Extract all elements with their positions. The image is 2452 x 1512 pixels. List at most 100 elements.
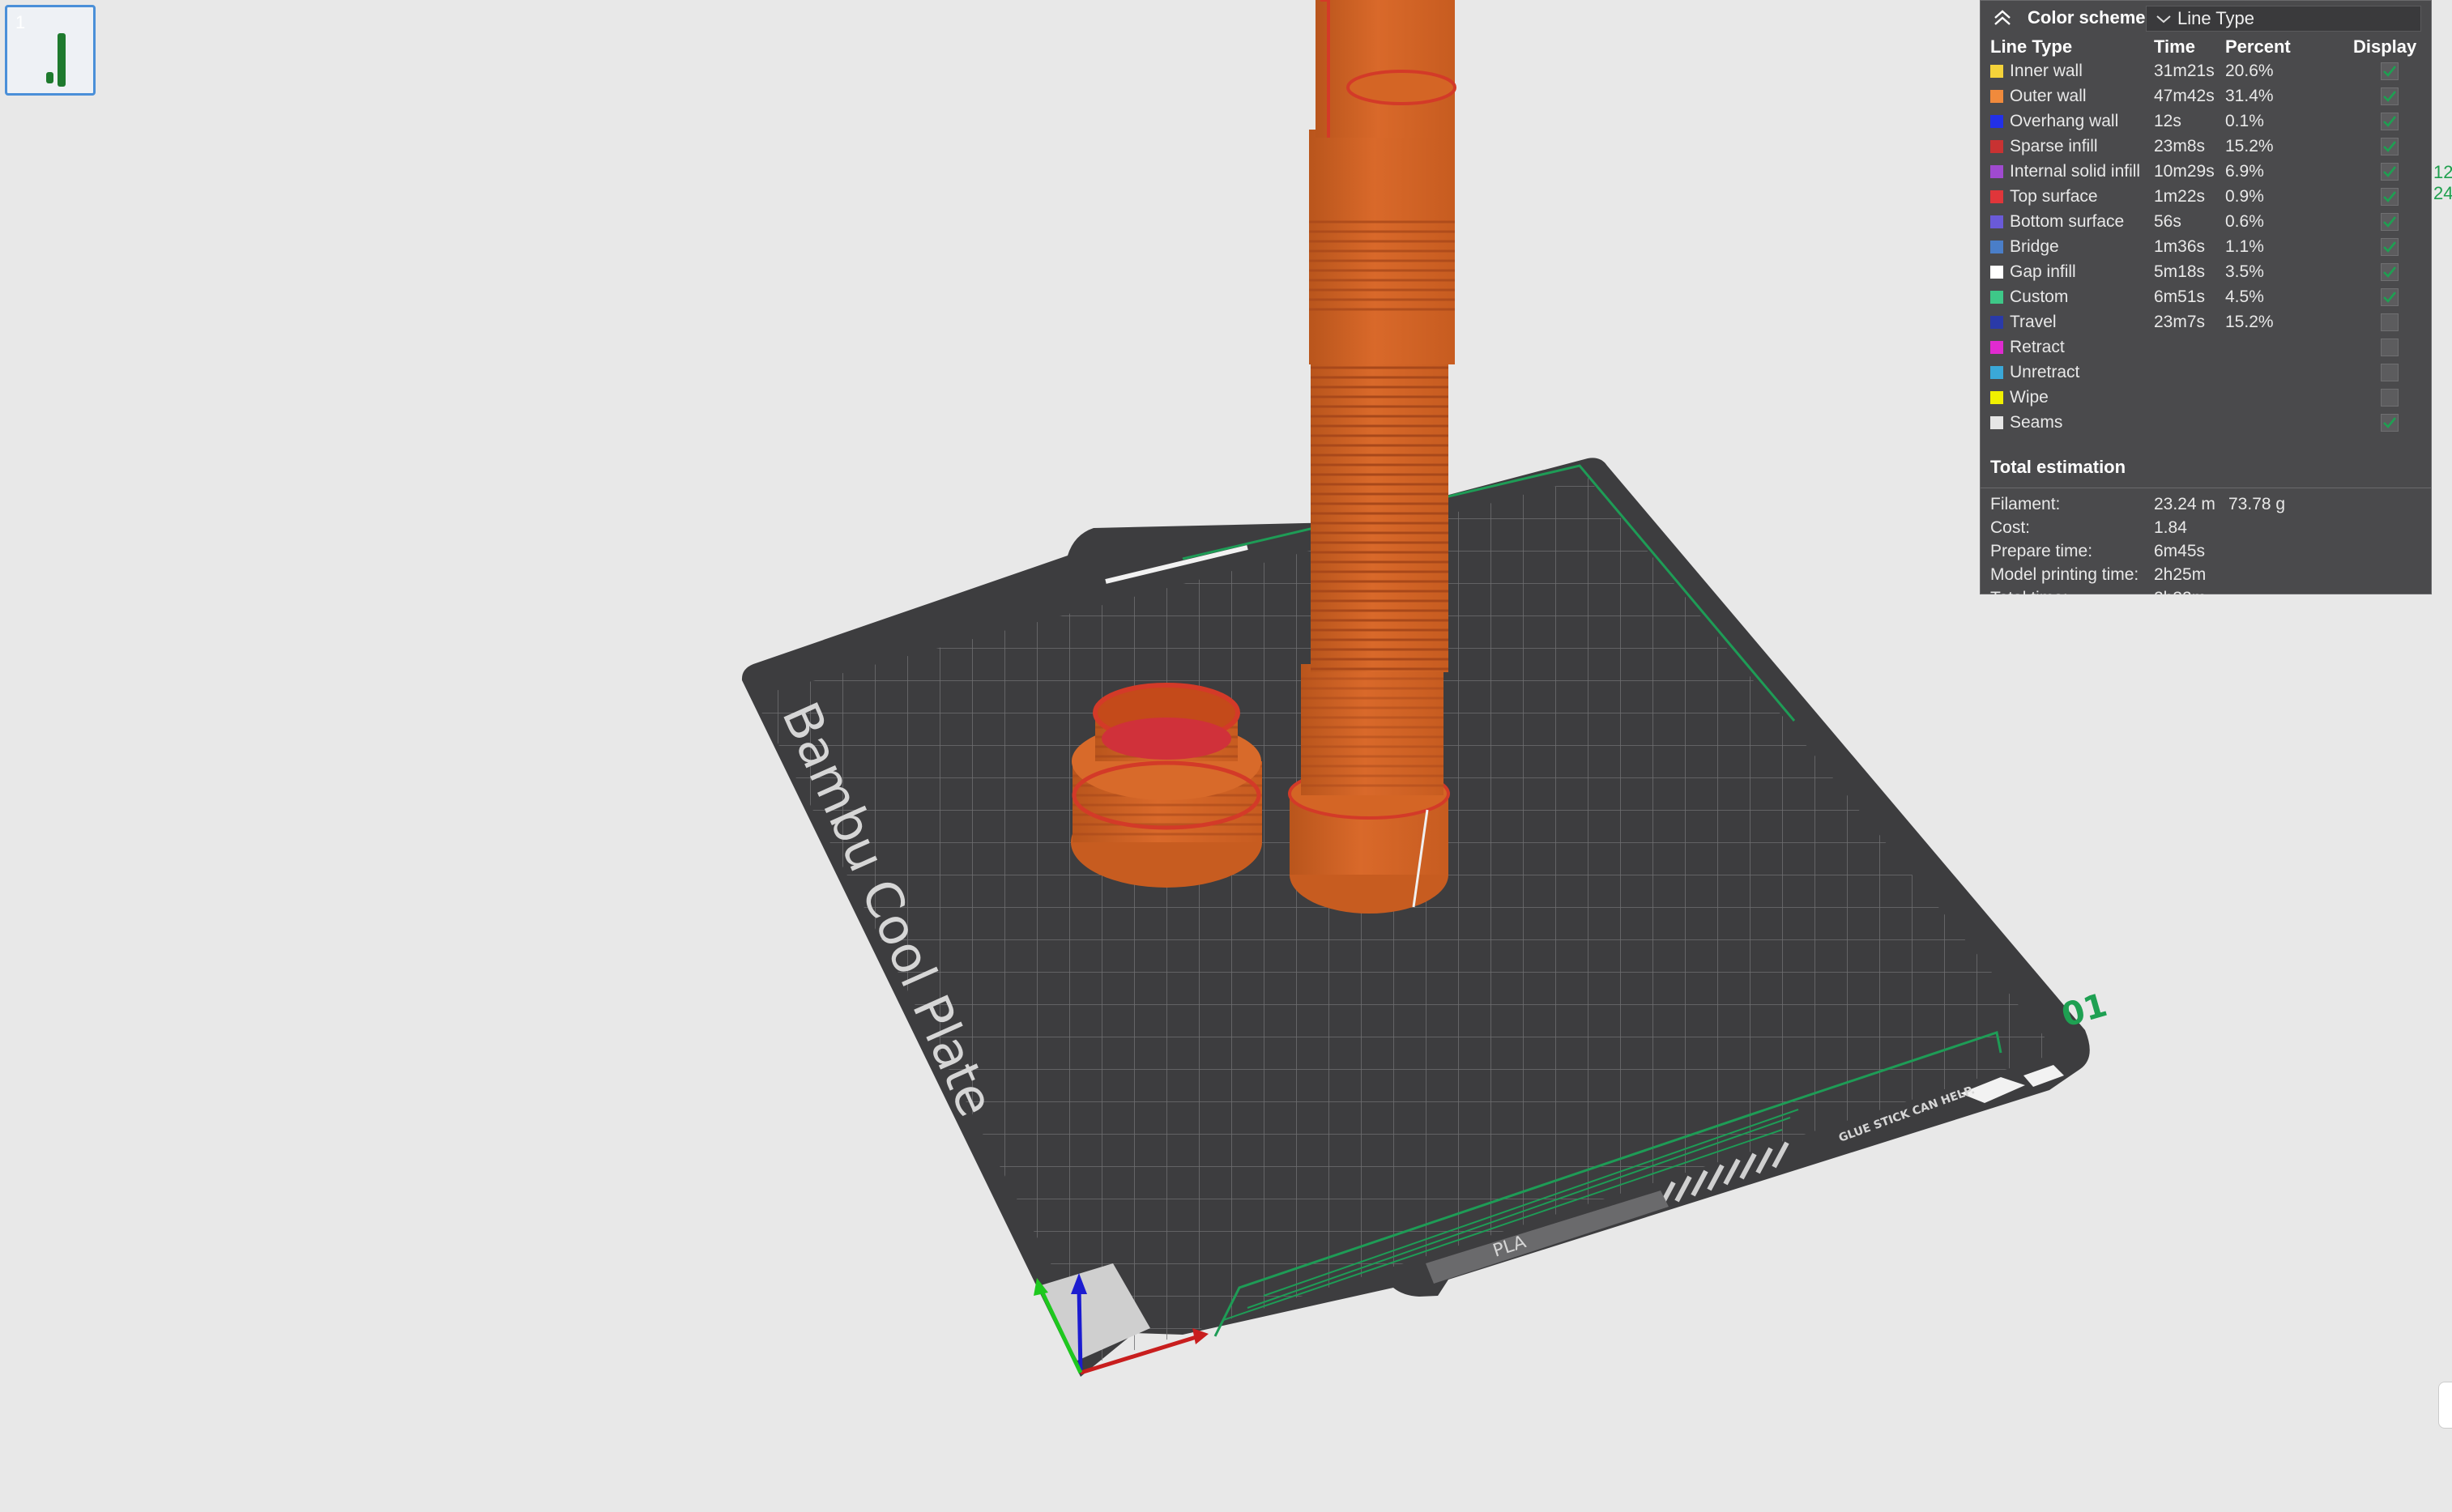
line-type-time: 6m51s	[2154, 287, 2206, 306]
layer-slider-top-label: 12	[2433, 162, 2452, 182]
line-type-percent: 0.6%	[2225, 212, 2264, 231]
prepare-time-row: Prepare time: 6m45s	[1990, 542, 2206, 560]
color-swatch	[1990, 241, 2003, 253]
legend-row: Top surface 1m22s 0.9%	[1981, 185, 2431, 210]
check-icon	[2383, 116, 2397, 127]
line-type-time: 10m29s	[2154, 162, 2215, 181]
line-type-percent: 15.2%	[2225, 137, 2274, 155]
legend-row: Seams	[1981, 411, 2431, 436]
legend-row: Bottom surface 56s 0.6%	[1981, 210, 2431, 235]
color-swatch	[1990, 266, 2003, 279]
color-swatch	[1990, 416, 2003, 429]
line-type-name: Travel	[2010, 313, 2057, 331]
line-type-time: 23m8s	[2154, 137, 2206, 155]
legend-row: Custom 6m51s 4.5%	[1981, 285, 2431, 310]
legend-row: Retract	[1981, 335, 2431, 360]
line-type-name: Inner wall	[2010, 62, 2083, 80]
color-swatch	[1990, 115, 2003, 128]
display-checkbox[interactable]	[2381, 87, 2399, 105]
line-type-percent: 3.5%	[2225, 262, 2264, 281]
plate-thumbnail-number: 1	[15, 12, 26, 32]
color-swatch	[1990, 165, 2003, 178]
col-display: Display	[2353, 36, 2417, 57]
legend-row: Bridge 1m36s 1.1%	[1981, 235, 2431, 260]
display-checkbox[interactable]	[2381, 188, 2399, 206]
line-type-name: Internal solid infill	[2010, 162, 2141, 181]
color-swatch	[1990, 366, 2003, 379]
legend-row: Inner wall 31m21s 20.6%	[1981, 59, 2431, 84]
color-swatch	[1990, 316, 2003, 329]
line-type-percent: 15.2%	[2225, 313, 2274, 331]
line-type-name: Bottom surface	[2010, 212, 2125, 231]
check-icon	[2383, 141, 2397, 152]
line-type-time: 47m42s	[2154, 87, 2215, 105]
thumbnail-model-icon	[46, 33, 66, 87]
legend-row: Wipe	[1981, 385, 2431, 411]
line-type-name: Bridge	[2010, 237, 2059, 256]
display-checkbox[interactable]	[2381, 263, 2399, 281]
filament-row: Filament: 23.24 m 73.78 g	[1990, 495, 2286, 513]
col-time: Time	[2154, 36, 2195, 57]
legend-columns: Line Type Time Percent Display	[1981, 35, 2431, 59]
collapse-chevron-up-icon[interactable]	[1992, 8, 2013, 28]
color-swatch	[1990, 215, 2003, 228]
line-type-percent: 1.1%	[2225, 237, 2264, 256]
line-type-name: Wipe	[2010, 388, 2049, 407]
display-checkbox[interactable]	[2381, 62, 2399, 80]
plate-number-label: 01	[2058, 986, 2111, 1035]
color-swatch	[1990, 190, 2003, 203]
check-icon	[2383, 191, 2397, 202]
line-type-name: Custom	[2010, 287, 2069, 306]
color-scheme-select[interactable]: Line Type	[2146, 6, 2421, 32]
display-checkbox[interactable]	[2381, 113, 2399, 130]
line-type-time: 23m7s	[2154, 313, 2206, 331]
line-type-time: 1m36s	[2154, 237, 2206, 256]
legend-row: Overhang wall 12s 0.1%	[1981, 109, 2431, 134]
layer-slider-bottom-label: 24	[2433, 183, 2452, 203]
model-printing-time-row: Model printing time: 2h25m	[1990, 565, 2207, 584]
model-cap[interactable]	[1071, 683, 1262, 888]
color-swatch	[1990, 90, 2003, 103]
color-swatch	[1990, 65, 2003, 78]
legend-row: Outer wall 47m42s 31.4%	[1981, 84, 2431, 109]
legend-panel: Color scheme Line Type Line Type Time Pe…	[1980, 0, 2432, 607]
cost-row: Cost: 1.84	[1990, 518, 2187, 537]
legend-rows: Inner wall 31m21s 20.6% Outer wall 47m42s 31.…	[1981, 59, 2431, 436]
line-type-name: Seams	[2010, 413, 2063, 432]
check-icon	[2383, 292, 2397, 303]
legend-row: Sparse infill 23m8s 15.2%	[1981, 134, 2431, 160]
check-icon	[2383, 66, 2397, 77]
display-checkbox[interactable]	[2381, 138, 2399, 155]
display-checkbox[interactable]	[2381, 389, 2399, 407]
display-checkbox[interactable]	[2381, 339, 2399, 356]
display-checkbox[interactable]	[2381, 213, 2399, 231]
total-estimation-title: Total estimation	[1990, 457, 2126, 477]
display-checkbox[interactable]	[2381, 238, 2399, 256]
check-icon	[2383, 417, 2397, 428]
line-type-name: Top surface	[2010, 187, 2098, 206]
line-type-time: 56s	[2154, 212, 2181, 231]
display-checkbox[interactable]	[2381, 364, 2399, 381]
legend-row: Internal solid infill 10m29s 6.9%	[1981, 160, 2431, 185]
display-checkbox[interactable]	[2381, 163, 2399, 181]
line-type-name: Gap infill	[2010, 262, 2076, 281]
col-line-type: Line Type	[1990, 36, 2073, 57]
model-tower[interactable]	[1288, 0, 1456, 914]
plate-thumbnail[interactable]: 1	[5, 5, 96, 96]
color-swatch	[1990, 341, 2003, 354]
check-icon	[2383, 91, 2397, 102]
line-type-time: 5m18s	[2154, 262, 2206, 281]
line-type-name: Outer wall	[2010, 87, 2087, 105]
line-type-percent: 6.9%	[2225, 162, 2264, 181]
display-checkbox[interactable]	[2381, 313, 2399, 331]
display-checkbox[interactable]	[2381, 414, 2399, 432]
line-type-time: 1m22s	[2154, 187, 2206, 206]
col-percent: Percent	[2225, 36, 2291, 57]
check-icon	[2383, 266, 2397, 278]
legend-row: Unretract	[1981, 360, 2431, 385]
check-icon	[2383, 166, 2397, 177]
legend-row: Gap infill 5m18s 3.5%	[1981, 260, 2431, 285]
side-collapse-tab[interactable]	[2438, 1382, 2452, 1429]
line-type-name: Retract	[2010, 338, 2065, 356]
display-checkbox[interactable]	[2381, 288, 2399, 306]
